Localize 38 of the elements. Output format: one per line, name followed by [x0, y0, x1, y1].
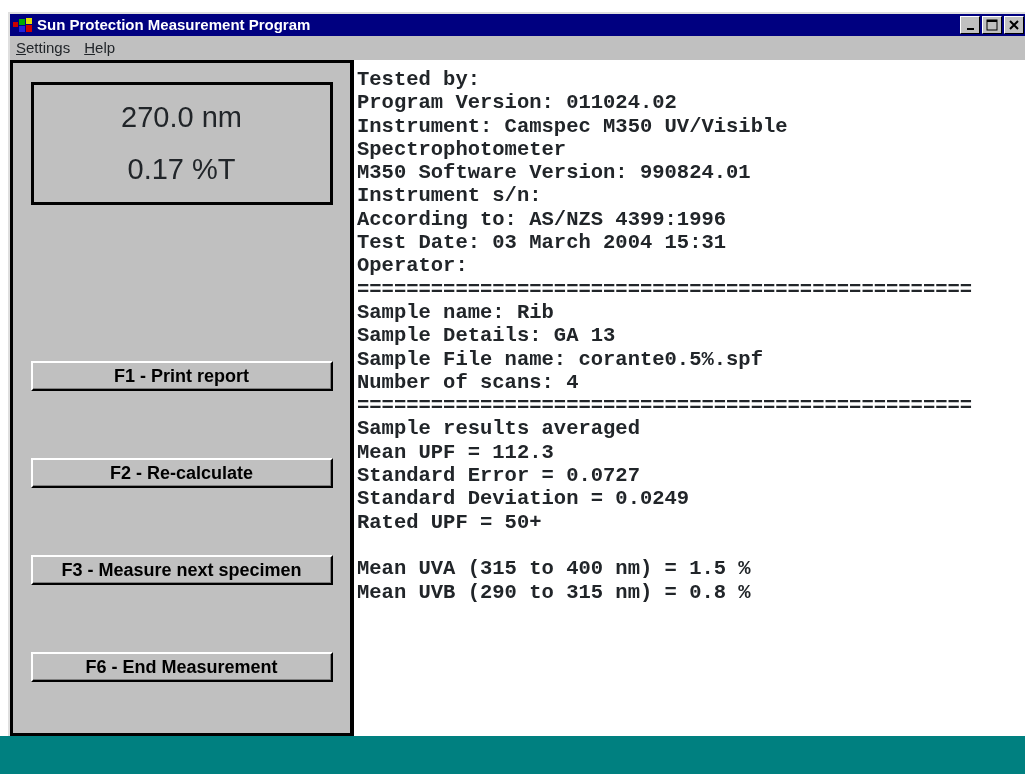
report-line: M350 Software Version: 990824.01: [357, 161, 752, 185]
report-line: Tested by:: [357, 68, 482, 92]
close-button[interactable]: [1004, 16, 1024, 34]
report-line: Operator:: [357, 254, 469, 278]
app-icon: [13, 17, 33, 33]
menu-item[interactable]: Settings: [16, 36, 71, 60]
function-button[interactable]: F1 - Print report: [30, 361, 333, 391]
report-line: Mean UVA (315 to 400 nm) = 1.5 %: [357, 557, 752, 581]
report-line: Instrument: Camspec M350 UV/Visible: [357, 114, 789, 138]
function-button[interactable]: F2 - Re-calculate: [30, 458, 333, 488]
function-button[interactable]: F3 - Measure next specimen: [30, 555, 333, 585]
report-line: Spectrophotometer: [357, 137, 568, 162]
report-line: Sample name: Rib: [357, 300, 555, 325]
report-line: Number of scans: 4: [357, 370, 580, 395]
report-line: Test Date: 03 March 2004 15:31: [357, 231, 728, 255]
report-line: Instrument s/n:: [357, 184, 543, 208]
menu-item[interactable]: Help: [84, 36, 116, 60]
report-line: Standard Deviation = 0.0249: [357, 487, 691, 511]
report-line: Sample File name: corante0.5%.spf: [357, 347, 764, 371]
separator-line: ==================================================: [357, 277, 974, 301]
transmission-reading: 0.17 %T: [127, 152, 236, 187]
wavelength-reading: 270.0 nm: [121, 99, 242, 135]
report-line: Program Version: 011024.02: [357, 91, 678, 115]
minimize-button[interactable]: [960, 16, 980, 34]
report-line: Mean UVB (290 to 315 nm) = 0.8 %: [357, 580, 752, 604]
report-line: Sample results averaged: [357, 417, 641, 441]
separator-line: ==================================================: [357, 394, 974, 418]
maximize-button[interactable]: [982, 16, 1002, 34]
report-line: According to: AS/NZS 4399:1996: [357, 207, 728, 232]
minimize-icon: [966, 28, 974, 30]
window-title: Sun Protection Measurement Program: [37, 14, 311, 35]
maximize-icon: [986, 19, 998, 31]
report-line: Mean UPF = 112.3: [357, 440, 555, 465]
report-line: Rated UPF = 50+: [357, 510, 543, 534]
close-icon: [1008, 19, 1020, 31]
report-line: Sample Details: GA 13: [357, 324, 617, 348]
function-button[interactable]: F6 - End Measurement: [30, 652, 333, 682]
report-line: Standard Error = 0.0727: [357, 464, 641, 488]
